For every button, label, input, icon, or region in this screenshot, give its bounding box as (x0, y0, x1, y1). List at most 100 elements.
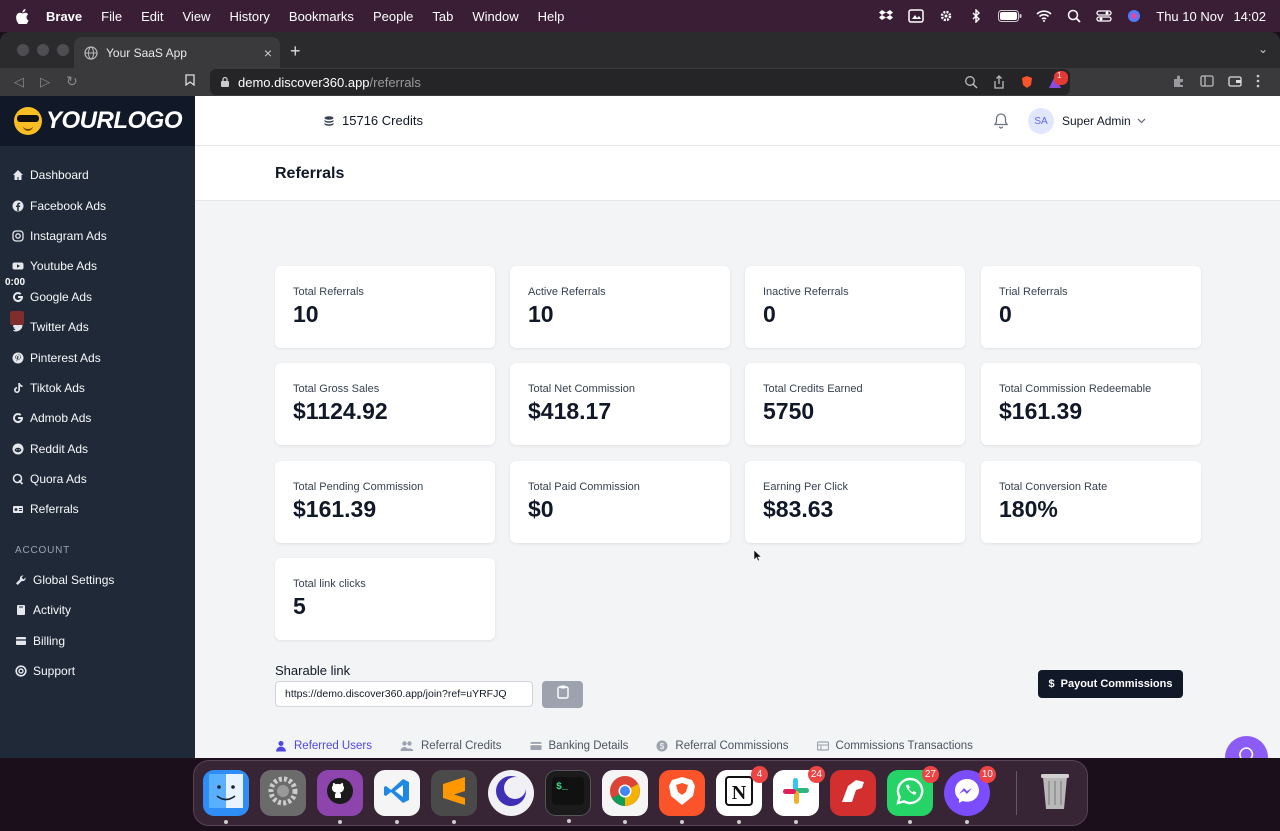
stop-recording-button[interactable] (10, 311, 24, 325)
tab-referral-commissions[interactable]: $ Referral Commissions (656, 732, 789, 758)
payout-commissions-button[interactable]: $ Payout Commissions (1038, 670, 1183, 698)
github-icon (325, 776, 355, 811)
sidebar-item-label: Support (33, 664, 76, 679)
sidebar-item-pinterest-ads[interactable]: Pinterest Ads (0, 342, 195, 372)
stat-card: Total Conversion Rate 180% (981, 461, 1201, 543)
bell-icon[interactable] (993, 112, 1009, 130)
avatar[interactable]: SA (1028, 108, 1054, 134)
dock-chrome[interactable] (602, 770, 648, 824)
sidebar-item-referrals[interactable]: Referrals (0, 494, 195, 524)
dock-arc[interactable] (488, 770, 534, 816)
chat-button[interactable] (1225, 736, 1268, 758)
dock-sublime-text[interactable] (431, 770, 477, 824)
new-tab-button[interactable]: + (290, 41, 301, 62)
menubar-clock[interactable]: Thu 10 Nov 14:02 (1156, 9, 1266, 24)
gear-icon[interactable] (938, 9, 954, 23)
sidebar-item-facebook-ads[interactable]: Facebook Ads (0, 190, 195, 220)
sublime-icon (441, 776, 467, 811)
menu-help[interactable]: Help (538, 9, 565, 24)
fullscreen-window-button[interactable] (57, 44, 69, 56)
zoom-icon[interactable] (964, 75, 978, 89)
tab-commissions-transactions[interactable]: Commissions Transactions (816, 732, 973, 758)
extensions-icon[interactable] (1172, 74, 1186, 88)
wallet-icon[interactable] (1228, 74, 1242, 88)
control-center-icon[interactable] (1096, 9, 1112, 23)
reload-icon[interactable]: ↻ (66, 73, 78, 90)
dropbox-icon[interactable] (878, 9, 894, 23)
bookmark-icon[interactable] (185, 74, 195, 89)
screenshot-icon[interactable] (908, 9, 924, 23)
running-indicator (395, 820, 399, 824)
stat-card: Total link clicks 5 (275, 558, 495, 640)
wifi-icon[interactable] (1036, 9, 1052, 23)
address-bar[interactable]: demo.discover360.app/referrals 1 (210, 69, 1070, 95)
menu-tab[interactable]: Tab (432, 9, 453, 24)
sidebar-item-twitter-ads[interactable]: Twitter Ads (0, 312, 195, 342)
menu-icon[interactable] (1256, 74, 1270, 88)
sidebar-item-instagram-ads[interactable]: Instagram Ads (0, 221, 195, 251)
dock-system-preferences[interactable] (260, 770, 306, 816)
stat-value: 180% (999, 496, 1058, 522)
back-icon[interactable]: ◁ (14, 74, 24, 90)
sidebar-item-global-settings[interactable]: Global Settings (0, 565, 195, 595)
dock-github-desktop[interactable] (317, 770, 363, 824)
menu-file[interactable]: File (101, 9, 122, 24)
browser-tab[interactable]: Your SaaS App × (74, 37, 280, 68)
dock-paw[interactable] (830, 770, 876, 816)
apple-icon[interactable] (16, 8, 30, 24)
lock-icon[interactable] (220, 76, 230, 88)
sidebar-item-billing[interactable]: Billing (0, 625, 195, 655)
sidebar-item-label: Youtube Ads (30, 259, 97, 274)
menu-window[interactable]: Window (472, 9, 518, 24)
tab-banking-details[interactable]: Banking Details (530, 732, 628, 758)
sidebar-item-quora-ads[interactable]: Quora Ads (0, 464, 195, 494)
dock-slack[interactable]: 24 (773, 766, 825, 824)
tab-referred-users[interactable]: Referred Users (275, 732, 372, 758)
menu-people[interactable]: People (373, 9, 413, 24)
sidebar-item-dashboard[interactable]: Dashboard (0, 160, 195, 190)
dock-notion[interactable]: N4 (716, 766, 768, 824)
dock-trash[interactable] (1032, 770, 1078, 816)
menu-edit[interactable]: Edit (141, 9, 163, 24)
macos-dock: $_ N4 24 27 10 (193, 760, 1088, 826)
stat-value: $161.39 (999, 398, 1083, 424)
sidebar-toggle-icon[interactable] (1200, 74, 1214, 88)
menu-view[interactable]: View (183, 9, 211, 24)
menu-app-name[interactable]: Brave (46, 9, 82, 24)
spotlight-search-icon[interactable] (1066, 9, 1082, 23)
brave-rewards-icon[interactable]: 1 (1048, 71, 1068, 89)
sidebar-item-admob-ads[interactable]: Admob Ads (0, 403, 195, 433)
dock-whatsapp[interactable]: 27 (887, 766, 939, 824)
support-icon (15, 665, 27, 677)
dock-vscode[interactable] (374, 770, 420, 824)
bluetooth-icon[interactable] (968, 9, 984, 23)
dock-messenger[interactable]: 10 (944, 766, 996, 824)
share-icon[interactable] (992, 75, 1006, 89)
dock-brave[interactable] (659, 770, 705, 824)
credits-value: 15716 Credits (342, 113, 423, 128)
sidebar-item-google-ads[interactable]: Google Ads (0, 282, 195, 312)
menu-bookmarks[interactable]: Bookmarks (289, 9, 354, 24)
dock-finder[interactable] (203, 770, 249, 824)
sidebar-item-reddit-ads[interactable]: Reddit Ads (0, 434, 195, 464)
forward-icon[interactable]: ▷ (40, 74, 50, 90)
siri-icon[interactable] (1126, 9, 1142, 23)
brave-shields-icon[interactable] (1020, 75, 1034, 89)
sidebar-item-tiktok-ads[interactable]: Tiktok Ads (0, 373, 195, 403)
minimize-window-button[interactable] (37, 44, 49, 56)
stat-value: $83.63 (763, 496, 834, 522)
close-tab-icon[interactable]: × (264, 45, 272, 61)
sidebar-item-youtube-ads[interactable]: Youtube Ads (0, 251, 195, 281)
tab-search-chevron-icon[interactable]: ⌄ (1258, 42, 1268, 56)
tab-referral-credits[interactable]: Referral Credits (400, 732, 502, 758)
sharable-link-field[interactable]: https://demo.discover360.app/join?ref=uY… (275, 681, 533, 707)
terminal-icon: $_ (552, 776, 584, 810)
close-window-button[interactable] (17, 44, 29, 56)
sidebar-item-activity[interactable]: Activity (0, 595, 195, 625)
dock-terminal[interactable]: $_ (545, 770, 591, 823)
user-menu[interactable]: Super Admin (1062, 114, 1146, 128)
copy-link-button[interactable] (542, 681, 583, 708)
sidebar-item-support[interactable]: Support (0, 656, 195, 686)
logo[interactable]: YOURLOGO (0, 96, 195, 146)
menu-history[interactable]: History (229, 9, 269, 24)
